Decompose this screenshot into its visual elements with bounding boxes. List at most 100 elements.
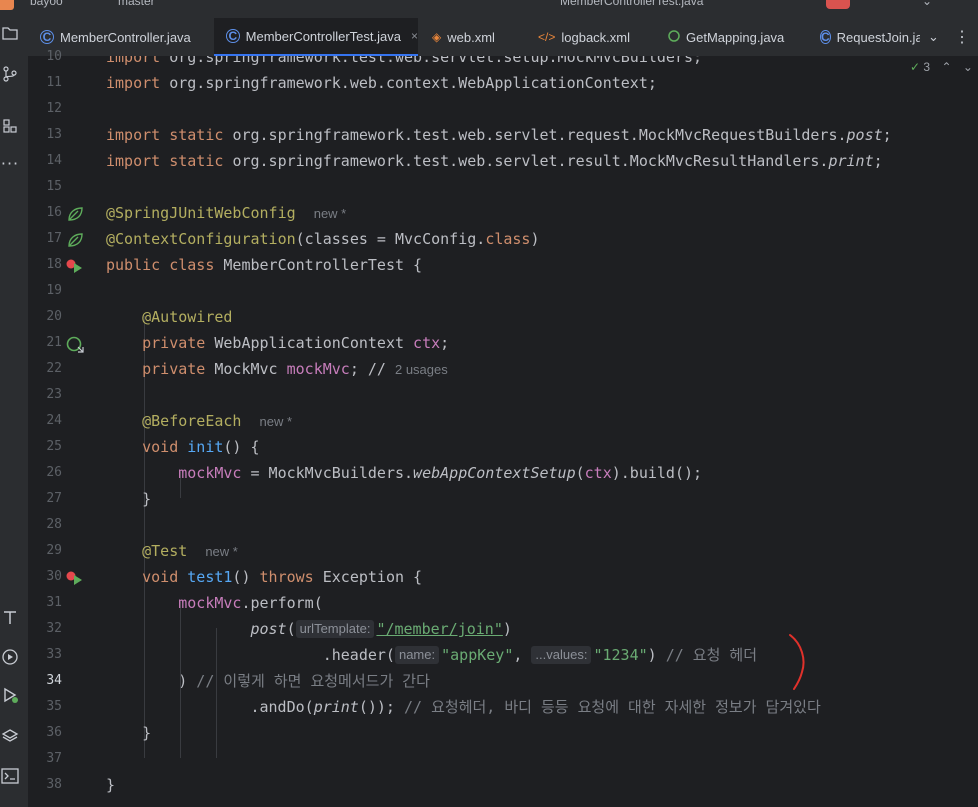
line-number[interactable]: 30: [28, 564, 62, 590]
line-number[interactable]: 27: [28, 486, 62, 512]
code-line[interactable]: public class MemberControllerTest {: [106, 252, 422, 278]
code-line[interactable]: ) // 이렇게 하면 요청메서드가 간다: [178, 668, 430, 694]
code-line[interactable]: .andDo(print()); // 요청헤더, 바디 등등 요청에 대한 자…: [250, 694, 820, 720]
code-line[interactable]: void init() {: [142, 434, 259, 460]
code-line[interactable]: }: [106, 772, 115, 798]
line-number[interactable]: 26: [28, 460, 62, 486]
line-number[interactable]: 10: [28, 44, 62, 70]
spring-bean-icon[interactable]: [66, 206, 84, 226]
line-number[interactable]: 28: [28, 512, 62, 538]
code-line[interactable]: mockMvc.perform(: [178, 590, 323, 616]
tab-web-xml[interactable]: ◈ web.xml: [432, 18, 522, 56]
stop-button[interactable]: [826, 0, 850, 9]
line-number[interactable]: 14: [28, 148, 62, 174]
code-text: }: [142, 724, 152, 742]
tab-logback-xml[interactable]: </> logback.xml: [538, 18, 658, 56]
tab-requestjoin[interactable]: C RequestJoin.ja: [820, 18, 920, 56]
code-line[interactable]: import org.springframework.test.web.serv…: [106, 56, 702, 70]
close-tab-icon[interactable]: ×: [411, 29, 418, 43]
code-line[interactable]: .header(name: "appKey", ...values: "1234")…: [323, 642, 757, 668]
line-number[interactable]: 34: [28, 668, 62, 694]
code-line[interactable]: private MockMvc mockMvc; // 2 usages: [142, 356, 448, 383]
class-icon: C: [820, 30, 831, 44]
line-number[interactable]: 18: [28, 252, 62, 278]
parameter-hint: name:: [394, 646, 440, 664]
tab-more-menu[interactable]: ⋮: [954, 18, 978, 56]
line-number[interactable]: 37: [28, 746, 62, 772]
code-line[interactable]: }: [142, 720, 151, 746]
chevron-down-icon[interactable]: ⌄: [963, 60, 973, 74]
line-number[interactable]: 33: [28, 642, 62, 668]
line-number[interactable]: 25: [28, 434, 62, 460]
project-icon[interactable]: [0, 0, 14, 10]
run-services-icon[interactable]: [0, 648, 20, 670]
more-tools-icon[interactable]: ···: [0, 154, 20, 173]
code-line[interactable]: @SpringJUnitWebConfig new *: [106, 200, 346, 227]
keyword: import: [106, 74, 170, 92]
static-method: post: [250, 620, 287, 638]
tab-membercontrollertest[interactable]: C MemberControllerTest.java ×: [214, 18, 418, 56]
line-number[interactable]: 17: [28, 226, 62, 252]
line-number[interactable]: 35: [28, 694, 62, 720]
structure-icon[interactable]: [0, 118, 20, 138]
line-number[interactable]: 16: [28, 200, 62, 226]
code-text: }: [142, 490, 152, 508]
run-test-icon[interactable]: [66, 570, 84, 590]
line-number[interactable]: 13: [28, 122, 62, 148]
code-text: .perform(: [241, 594, 323, 612]
line-number[interactable]: 20: [28, 304, 62, 330]
code-line[interactable]: import static org.springframework.test.w…: [106, 148, 883, 174]
folder-icon[interactable]: [0, 26, 20, 44]
chevron-up-icon[interactable]: ⌃: [941, 60, 951, 74]
code-line[interactable]: @ContextConfiguration(classes = MvcConfi…: [106, 226, 540, 252]
code-line[interactable]: import static org.springframework.test.w…: [106, 122, 892, 148]
code-line[interactable]: @Test new *: [142, 538, 238, 565]
code-line[interactable]: void test1() throws Exception {: [142, 564, 422, 590]
annotation-icon: [668, 29, 680, 45]
line-number[interactable]: 24: [28, 408, 62, 434]
navigate-bean-icon[interactable]: [66, 336, 86, 358]
code-line[interactable]: @Autowired: [142, 304, 232, 330]
keyword: class: [485, 230, 531, 248]
line-number[interactable]: 12: [28, 96, 62, 122]
code-line[interactable]: @BeforeEach new *: [142, 408, 292, 435]
inspection-widget[interactable]: ✓ 3 ⌃ ⌄: [910, 60, 973, 74]
code-line[interactable]: mockMvc = MockMvcBuilders.webAppContextS…: [178, 460, 702, 486]
code-line[interactable]: }: [142, 486, 151, 512]
code-line[interactable]: private WebApplicationContext ctx;: [142, 330, 449, 356]
line-number[interactable]: 29: [28, 538, 62, 564]
terminal-icon[interactable]: [0, 768, 20, 788]
line-number[interactable]: 19: [28, 278, 62, 304]
tab-getmapping[interactable]: GetMapping.java: [668, 18, 814, 56]
field-name: ctx: [413, 334, 441, 352]
layers-icon[interactable]: [0, 728, 20, 748]
line-number[interactable]: 15: [28, 174, 62, 200]
line-number[interactable]: 11: [28, 70, 62, 96]
line-number[interactable]: 32: [28, 616, 62, 642]
spring-bean-icon[interactable]: [66, 232, 84, 252]
run-config[interactable]: MemberControllerTest.java: [560, 0, 703, 8]
code-line[interactable]: post(urlTemplate: "/member/join"): [250, 616, 512, 642]
code-text: ): [502, 620, 512, 638]
line-number[interactable]: 31: [28, 590, 62, 616]
line-number[interactable]: 21: [28, 330, 62, 356]
line-number[interactable]: 22: [28, 356, 62, 382]
line-number[interactable]: 38: [28, 772, 62, 798]
tab-membercontroller[interactable]: C MemberController.java: [40, 18, 212, 56]
field-name: mockMvc: [178, 464, 242, 482]
run-test-icon[interactable]: [66, 258, 84, 278]
run-icon[interactable]: [0, 686, 20, 708]
branch-name[interactable]: master: [118, 0, 155, 8]
line-number-gutter[interactable]: 10 11 12 13 14 15 16 17 18 19 20 21 22 23 24 25 26 27 28 29…: [28, 49, 126, 807]
tab-list-dropdown[interactable]: ⌄: [928, 18, 948, 56]
line-number[interactable]: 36: [28, 720, 62, 746]
profile-icon[interactable]: ⌃⌄: [912, 0, 932, 8]
author-hint: new *: [259, 414, 293, 429]
git-branch-icon[interactable]: [0, 66, 20, 86]
code-editor[interactable]: import org.springframework.test.web.serv…: [98, 56, 978, 807]
build-icon[interactable]: [0, 608, 20, 630]
line-number[interactable]: 23: [28, 382, 62, 408]
code-line[interactable]: import org.springframework.web.context.W…: [106, 70, 657, 96]
checkmark-icon: ✓: [910, 60, 921, 74]
project-name[interactable]: ba­yoo: [30, 0, 63, 8]
